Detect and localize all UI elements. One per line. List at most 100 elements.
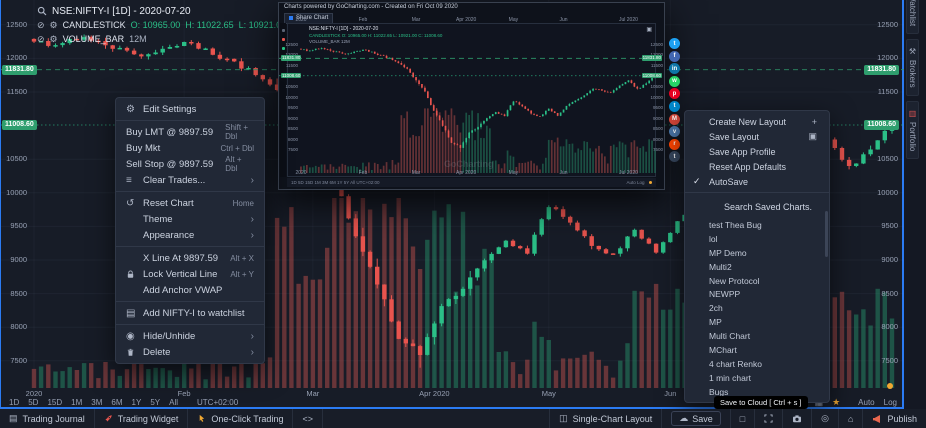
preview-scale-toggles: Auto Log (626, 180, 644, 185)
saved-chart-item[interactable]: NEWPP (685, 287, 829, 301)
context-menu-item[interactable]: Sell Stop @ 9897.59Alt + Dbl (116, 156, 264, 172)
timeframe-button[interactable]: 1M (71, 398, 82, 407)
layout-menu-item[interactable]: ✓AutoSave (685, 174, 829, 189)
connection-status-dot (887, 383, 893, 389)
saved-chart-item[interactable]: 2ch (685, 301, 829, 315)
scale-toggles: Auto Log (849, 398, 897, 407)
share-chart-tab[interactable]: Share Chart (284, 13, 333, 24)
social-reddit-icon[interactable]: r (669, 139, 680, 150)
context-menu-item[interactable]: ↺Reset ChartHome (116, 195, 264, 211)
context-menu-item[interactable]: ≡Clear Trades...› (116, 172, 264, 188)
zoom-icon[interactable] (37, 6, 47, 16)
saved-chart-item[interactable]: test Thea Bug (685, 218, 829, 232)
context-menu-item[interactable]: Buy MktCtrl + Dbl (116, 140, 264, 156)
saved-chart-item[interactable]: Multi Chart (685, 329, 829, 343)
preview-time-label: Mar (412, 170, 421, 176)
social-facebook-icon[interactable]: f (669, 51, 680, 62)
target-icon: ◎ (821, 413, 829, 424)
layout-menu-item[interactable]: Reset App Defaults (685, 159, 829, 174)
context-menu-item[interactable]: Theme› (116, 211, 264, 227)
context-menu-item[interactable]: Add Anchor VWAP (116, 282, 264, 298)
context-menu-item[interactable]: Buy LMT @ 9897.59Shift + Dbl (116, 124, 264, 140)
preview-price-badge: 11831.80 (642, 55, 662, 61)
saved-chart-item[interactable]: 1 min chart (685, 371, 829, 385)
context-menu-item[interactable]: X Line At 9897.59Alt + X (116, 250, 264, 266)
chevron-right-icon: › (251, 214, 254, 225)
menu-item-shortcut: Alt + X (230, 254, 254, 263)
sidebar-tab-brokers[interactable]: ⚒Brokers (906, 39, 919, 96)
camera-icon-button[interactable] (782, 409, 811, 428)
preview-price-label: 11500 (285, 63, 298, 68)
menu-separator (116, 301, 264, 302)
social-gmail-icon[interactable]: M (669, 114, 680, 125)
price-tick-label: 12500 (1, 21, 27, 29)
timeframe-button[interactable]: 5Y (150, 398, 160, 407)
sidebar-tab-watchlist[interactable]: Watchlist (906, 0, 919, 34)
price-tick-label: 7500 (868, 357, 898, 365)
one-click-trading-button[interactable]: One-Click Trading (188, 409, 293, 428)
timezone-button[interactable]: UTC+02:00 (197, 398, 238, 407)
timeframe-button[interactable]: 1D (9, 398, 19, 407)
expand-icon-button[interactable] (754, 409, 782, 428)
saved-chart-item[interactable]: MP Demo (685, 246, 829, 260)
trading-journal-button[interactable]: ▤Trading Journal (0, 409, 95, 428)
preview-bottom-strip: 1D 5D 15D 1M 3M 6M 1Y 5Y All UTC+02:00 A… (287, 178, 656, 187)
social-pinterest-icon[interactable]: p (669, 88, 680, 99)
saved-chart-item[interactable]: 4 chart Renko (685, 357, 829, 371)
preview-time-label: Apr 2020 (456, 17, 476, 23)
target-icon-button[interactable]: ◎ (811, 409, 838, 428)
context-menu-item[interactable]: ▤Add NIFTY-I to watchlist (116, 305, 264, 321)
scrollbar-thumb[interactable] (825, 211, 828, 257)
context-menu-item[interactable]: ◉Hide/Unhide› (116, 328, 264, 344)
layout-menu-item[interactable]: Save Layout▣ (685, 129, 829, 144)
search-saved-charts[interactable]: Search Saved Charts. (685, 196, 829, 218)
copy-image-icon[interactable]: ▣ (646, 26, 652, 33)
saved-chart-item[interactable]: MP (685, 315, 829, 329)
check-icon: ✓ (693, 176, 701, 187)
timeframe-button[interactable]: All (169, 398, 178, 407)
gear-icon[interactable]: ⚙ (50, 20, 58, 31)
bank-icon-button[interactable]: ⌂ (838, 409, 862, 428)
context-menu-item[interactable]: Lock Vertical LineAlt + Y (116, 266, 264, 282)
toolbar-item-label: Single-Chart Layout (573, 414, 653, 424)
price-tick-label: 7500 (1, 357, 27, 365)
context-menu-item[interactable]: ⚙Edit Settings (116, 101, 264, 117)
layout-menu-item[interactable]: Create New Layout+ (685, 114, 829, 129)
save-button[interactable]: ☁Save (661, 409, 730, 428)
saved-chart-item[interactable]: MChart (685, 343, 829, 357)
timeframe-button[interactable]: 15D (47, 398, 62, 407)
layout-menu-item[interactable]: Save App Profile (685, 144, 829, 159)
gear-icon[interactable]: ⚙ (50, 34, 58, 45)
sidebar-tab-portfolio[interactable]: ▥Portfolio (906, 101, 919, 159)
social-twitter-icon[interactable]: t (669, 38, 680, 49)
trading-widget-button[interactable]: Trading Widget (95, 409, 189, 428)
saved-chart-item[interactable]: New Protocol (685, 274, 829, 288)
timeframe-button[interactable]: 3M (91, 398, 102, 407)
social-tumblr-icon[interactable]: t (669, 151, 680, 162)
auto-toggle[interactable]: Auto (858, 398, 874, 407)
saved-chart-item[interactable]: Multi2 (685, 260, 829, 274)
timeframe-button[interactable]: 5D (28, 398, 38, 407)
preview-price-label: 12500 (650, 42, 663, 47)
bottom-toolbar: ▤Trading JournalTrading WidgetOne-Click … (0, 409, 926, 428)
saved-chart-item[interactable]: lol (685, 232, 829, 246)
context-menu-item[interactable]: Appearance› (116, 227, 264, 243)
eye-off-icon[interactable]: ⊘ (37, 20, 45, 31)
timeframe-button[interactable]: 1Y (132, 398, 142, 407)
social-linkedin-icon[interactable]: in (669, 63, 680, 74)
timeframe-button[interactable]: 6M (111, 398, 122, 407)
social-telegram-icon[interactable]: t (669, 101, 680, 112)
menu-item-label: Save App Profile (709, 147, 776, 157)
log-toggle[interactable]: Log (884, 398, 897, 407)
context-menu-item[interactable]: Delete› (116, 344, 264, 360)
single-chart-layout-button[interactable]: ◫Single-Chart Layout (549, 409, 661, 428)
preview-time-label: Jun (560, 170, 568, 176)
social-whatsapp-icon[interactable]: w (669, 76, 680, 87)
publish-button[interactable]: Publish (862, 409, 926, 428)
square-icon-button[interactable]: □ (730, 409, 754, 428)
social-vk-icon[interactable]: v (669, 126, 680, 137)
eye-off-icon[interactable]: ⊘ (37, 34, 45, 45)
menu-item-label: Add Anchor VWAP (143, 285, 254, 296)
star-icon[interactable]: ★ (832, 397, 840, 408)
code-icon-button[interactable]: <> (293, 409, 323, 428)
